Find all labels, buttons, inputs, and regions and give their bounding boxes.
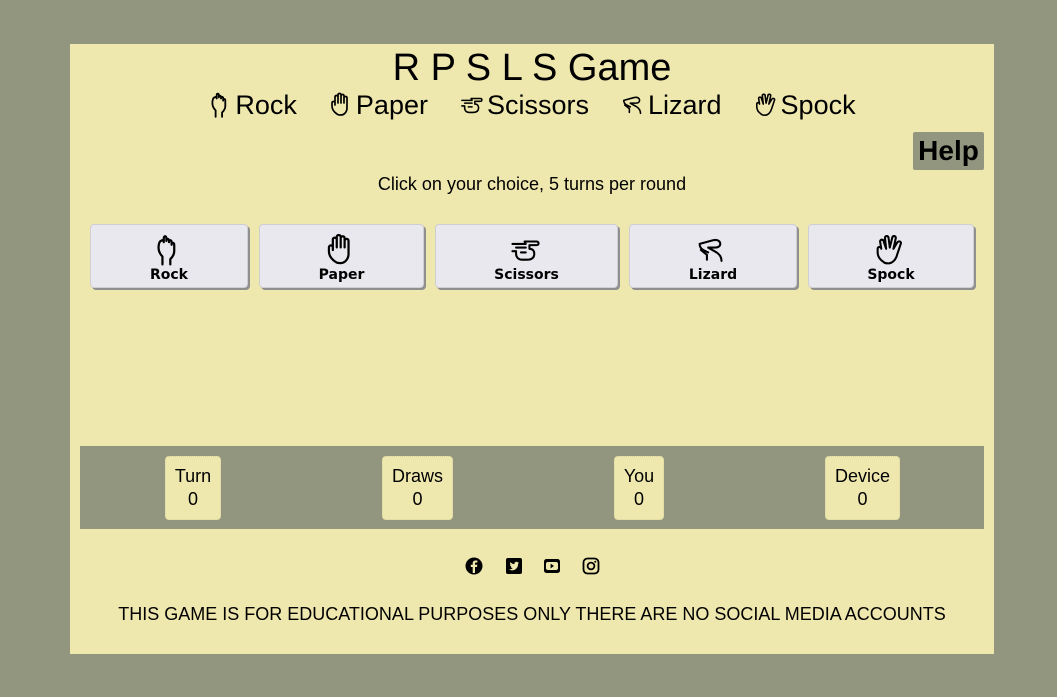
twitter-icon[interactable] [504, 556, 524, 576]
hand-lizard-icon [696, 233, 730, 267]
lizard-button-label: Lizard [688, 267, 738, 283]
score-value: 0 [412, 489, 423, 509]
spock-button[interactable]: Spock [808, 224, 974, 288]
game-panel: R P S L S Game Rock Paper Scissors Lizar… [70, 44, 994, 654]
hand-fist-icon [152, 233, 186, 267]
scoreboard: Turn 0 Draws 0 You 0 Device 0 [80, 446, 984, 529]
disclaimer-text: THIS GAME IS FOR EDUCATIONAL PURPOSES ON… [118, 604, 946, 624]
turn-score: Turn 0 [165, 456, 221, 520]
legend-rock: Rock [208, 88, 297, 122]
score-value: 0 [187, 489, 198, 509]
legend-spock: Spock [754, 88, 856, 122]
device-score: Device 0 [825, 456, 900, 520]
hand-scissors-icon [510, 233, 544, 267]
scissors-button-label: Scissors [494, 267, 559, 283]
hand-scissors-icon [460, 91, 486, 119]
scissors-button[interactable]: Scissors [435, 224, 618, 288]
score-value: 0 [857, 489, 868, 509]
legend-label: Scissors [486, 90, 589, 120]
hand-spock-icon [874, 233, 908, 267]
draws-score: Draws 0 [382, 456, 453, 520]
instagram-icon[interactable] [581, 556, 601, 576]
paper-button-label: Paper [318, 267, 365, 283]
legend-label: Paper [355, 90, 428, 120]
legend-paper: Paper [329, 88, 428, 122]
lizard-button[interactable]: Lizard [629, 224, 797, 288]
hand-paper-icon [329, 91, 355, 119]
hand-spock-icon [754, 91, 780, 119]
score-label: Turn [174, 466, 212, 486]
legend-lizard: Lizard [621, 88, 722, 122]
rock-button-label: Rock [149, 267, 188, 283]
facebook-icon[interactable] [464, 556, 484, 576]
choice-legend: Rock Paper Scissors Lizard Spock [70, 88, 994, 122]
paper-button[interactable]: Paper [259, 224, 424, 288]
instructions-text: Click on your choice, 5 turns per round [377, 174, 687, 194]
score-label: Device [834, 466, 891, 486]
legend-label: Lizard [648, 90, 722, 120]
legend-scissors: Scissors [460, 88, 589, 122]
hand-fist-icon [208, 91, 234, 119]
score-label: Draws [392, 466, 444, 486]
score-label: You [623, 466, 655, 486]
score-value: 0 [633, 489, 644, 509]
rock-button[interactable]: Rock [90, 224, 248, 288]
help-button[interactable]: Help [913, 132, 984, 170]
hand-paper-icon [325, 233, 359, 267]
youtube-icon[interactable] [542, 556, 562, 576]
legend-label: Rock [235, 90, 297, 120]
spock-button-label: Spock [867, 267, 915, 283]
legend-label: Spock [780, 90, 856, 120]
hand-lizard-icon [621, 91, 647, 119]
you-score: You 0 [614, 456, 664, 520]
page-title: R P S L S Game [392, 47, 672, 89]
